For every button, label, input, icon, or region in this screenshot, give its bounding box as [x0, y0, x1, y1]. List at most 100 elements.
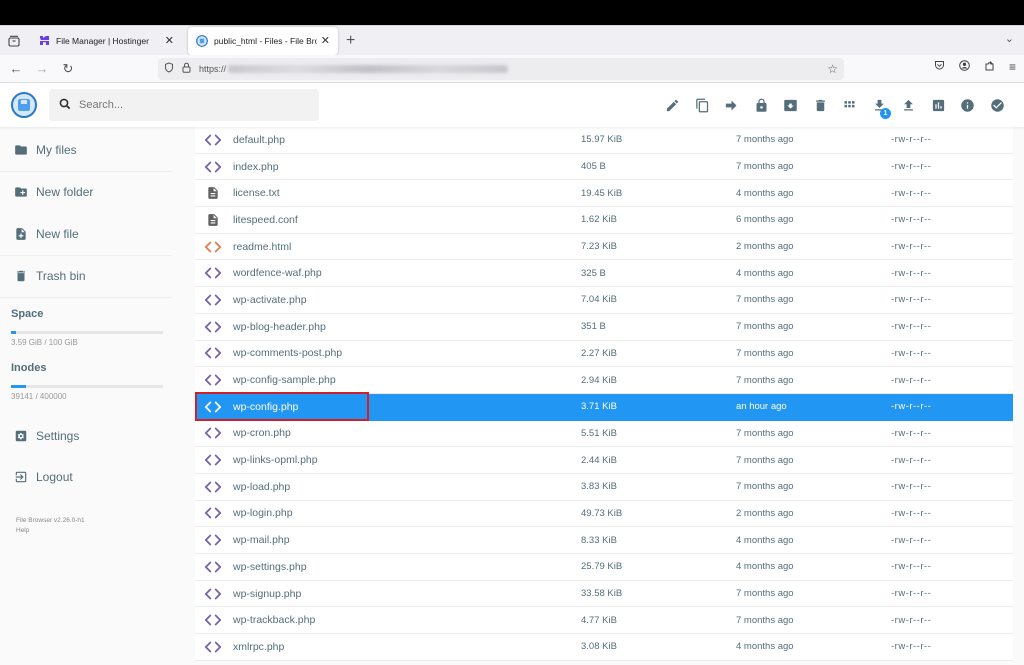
- file-modified: 4 months ago: [736, 534, 794, 546]
- inodes-label: Inodes: [11, 362, 47, 374]
- file-name: index.php: [233, 160, 279, 173]
- help-link[interactable]: Help: [16, 526, 180, 536]
- file-size: 15.97 KiB: [581, 134, 623, 146]
- filebrowser-logo-icon: [196, 34, 208, 47]
- file-row[interactable]: readme.html 7.23 KiB 2 months ago -rw-r--r-…: [195, 233, 1013, 261]
- file-row[interactable]: wp-activate.php 7.04 KiB 7 months ago -rw-r…: [195, 287, 1013, 314]
- search-box[interactable]: [49, 89, 319, 121]
- account-icon[interactable]: [959, 60, 970, 74]
- file-row[interactable]: wp-comments-post.php 2.27 KiB 7 months ago…: [195, 340, 1013, 368]
- bookmark-star-icon[interactable]: ☆: [827, 62, 838, 76]
- folder-icon: [14, 143, 28, 157]
- archive-button[interactable]: [776, 90, 806, 120]
- upload-button[interactable]: [894, 90, 924, 120]
- new-tab-icon[interactable]: +: [346, 32, 355, 50]
- file-size: 25.79 KiB: [581, 561, 623, 573]
- pocket-icon[interactable]: [934, 60, 945, 74]
- space-progress-bar: [11, 331, 163, 334]
- browser-tab-filebrowser[interactable]: public_html - Files - File Browser ✕: [188, 26, 338, 55]
- toolbar-actions: 1: [658, 83, 1012, 127]
- delete-button[interactable]: [806, 90, 836, 120]
- info-button[interactable]: [953, 90, 983, 120]
- folder-plus-icon: [14, 185, 28, 199]
- file-modified: 2 months ago: [736, 507, 794, 519]
- file-row[interactable]: license.txt 19.45 KiB 4 months ago -rw-r--r…: [195, 180, 1013, 208]
- file-listing: default.php 15.97 KiB 7 months ago -rw-r--r…: [195, 127, 1013, 661]
- file-row[interactable]: wp-config.php 3.71 KiB an hour ago -rw-r--r…: [195, 391, 1013, 421]
- code-file-icon: [195, 640, 231, 654]
- code-file-icon: [195, 613, 231, 627]
- tab-overview-icon[interactable]: [0, 27, 28, 55]
- code-file-icon: [195, 266, 231, 280]
- sidebar-item-trash-bin[interactable]: Trash bin: [0, 256, 180, 298]
- menu-icon[interactable]: ≡: [1009, 60, 1016, 74]
- file-size: 2.44 KiB: [581, 454, 617, 466]
- search-input[interactable]: [79, 99, 299, 111]
- file-modified: 7 months ago: [736, 427, 794, 439]
- permissions-button[interactable]: [747, 90, 777, 120]
- file-row[interactable]: xmlrpc.php 3.08 KiB 4 months ago -rw-r--r--: [195, 634, 1013, 661]
- filebrowser-logo-icon[interactable]: [11, 92, 37, 118]
- file-permissions: -rw-r--r--: [891, 401, 932, 413]
- browser-tab-hostinger[interactable]: File Manager | Hostinger ✕: [30, 27, 182, 55]
- file-size: 2.27 KiB: [581, 347, 617, 359]
- file-row[interactable]: index.php 405 B 7 months ago -rw-r--r--: [195, 153, 1013, 181]
- file-row[interactable]: wp-login.php 49.73 KiB 2 months ago -rw-r--…: [195, 500, 1013, 528]
- rename-button[interactable]: [658, 90, 688, 120]
- file-row[interactable]: wp-links-opml.php 2.44 KiB 7 months ago -rw…: [195, 447, 1013, 474]
- copy-button[interactable]: [688, 90, 718, 120]
- file-name: wp-login.php: [233, 507, 293, 520]
- move-button[interactable]: [717, 90, 747, 120]
- reload-icon[interactable]: ↻: [55, 61, 81, 77]
- file-row[interactable]: wp-config-sample.php 2.94 KiB 7 months ago…: [195, 367, 1013, 394]
- code-file-icon: [195, 400, 231, 414]
- space-progress-fill: [11, 331, 17, 334]
- view-mode-button[interactable]: [835, 90, 865, 120]
- code-file-icon: [195, 480, 231, 494]
- file-name: wp-blog-header.php: [233, 320, 326, 333]
- lock-icon: [756, 98, 767, 112]
- file-row[interactable]: litespeed.conf 1.62 KiB 6 months ago -rw-r-…: [195, 207, 1013, 234]
- filebrowser-app: 1 My files New folder: [0, 83, 1024, 665]
- sidebar-item-new-folder[interactable]: New folder: [0, 172, 180, 214]
- file-permissions: -rw-r--r--: [891, 507, 932, 519]
- file-row[interactable]: wp-cron.php 5.51 KiB 7 months ago -rw-r--r-…: [195, 420, 1013, 448]
- file-name: wp-settings.php: [233, 560, 307, 573]
- pencil-icon: [667, 99, 679, 111]
- file-row[interactable]: wp-blog-header.php 351 B 7 months ago -rw-r…: [195, 313, 1013, 341]
- file-row[interactable]: default.php 15.97 KiB 7 months ago -rw-r--r…: [195, 127, 1013, 154]
- version-link[interactable]: File Browser v2.26.0-h1: [16, 516, 180, 526]
- sidebar-item-my-files[interactable]: My files: [0, 129, 180, 171]
- download-button[interactable]: 1: [865, 90, 895, 120]
- sidebar-item-settings[interactable]: Settings: [0, 415, 180, 457]
- file-row[interactable]: wp-signup.php 33.58 KiB 7 months ago -rw-r-…: [195, 580, 1013, 608]
- file-size: 1.62 KiB: [581, 214, 617, 226]
- file-row[interactable]: wordfence-waf.php 325 B 4 months ago -rw-r-…: [195, 260, 1013, 288]
- file-size: 4.77 KiB: [581, 614, 617, 626]
- url-bar[interactable]: https:// ☆: [158, 58, 844, 80]
- back-icon[interactable]: ←: [3, 61, 29, 76]
- sidebar-item-new-file[interactable]: New file: [0, 213, 180, 255]
- file-modified: 4 months ago: [736, 641, 794, 653]
- file-row[interactable]: wp-load.php 3.83 KiB 7 months ago -rw-r--r-…: [195, 473, 1013, 501]
- file-size: 7.23 KiB: [581, 241, 617, 253]
- file-name: wp-config.php: [233, 400, 299, 413]
- file-row[interactable]: wp-mail.php 8.33 KiB 4 months ago -rw-r--r-…: [195, 527, 1013, 554]
- file-size: 19.45 KiB: [581, 187, 623, 199]
- file-row[interactable]: wp-trackback.php 4.77 KiB 7 months ago -rw-…: [195, 607, 1013, 635]
- forward-icon[interactable]: →: [29, 61, 55, 76]
- close-tab-icon[interactable]: ✕: [165, 34, 174, 47]
- disk-usage-button[interactable]: [924, 90, 954, 120]
- file-permissions: -rw-r--r--: [891, 134, 932, 146]
- sidebar-item-logout[interactable]: Logout: [0, 457, 180, 499]
- extensions-icon[interactable]: [984, 60, 995, 74]
- file-modified: 6 months ago: [736, 214, 794, 226]
- file-row[interactable]: wp-settings.php 25.79 KiB 4 months ago -rw-…: [195, 554, 1013, 581]
- file-modified: 7 months ago: [736, 134, 794, 146]
- file-size: 3.08 KiB: [581, 641, 617, 653]
- chevron-down-icon[interactable]: ⌄: [1005, 32, 1014, 45]
- select-button[interactable]: [983, 90, 1013, 120]
- file-name: wp-trackback.php: [233, 614, 316, 627]
- file-modified: 7 months ago: [736, 454, 794, 466]
- close-tab-icon[interactable]: ✕: [321, 34, 330, 47]
